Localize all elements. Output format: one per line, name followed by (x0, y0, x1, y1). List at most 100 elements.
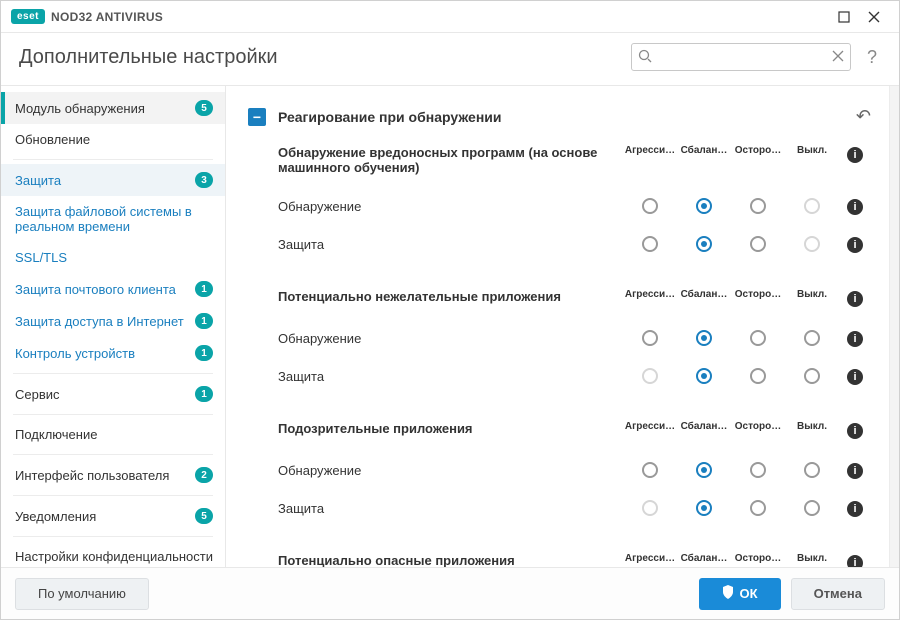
sidebar-item[interactable]: Настройки конфиденциальности (1, 541, 225, 567)
column-header: Осторо… (731, 421, 785, 432)
sidebar-item[interactable]: Интерфейс пользователя2 (1, 459, 225, 491)
search-icon (638, 49, 652, 68)
column-header: Выкл. (785, 421, 839, 432)
count-badge: 1 (195, 281, 213, 297)
radio-option[interactable] (750, 462, 766, 478)
sidebar-item[interactable]: Подключение (1, 419, 225, 450)
radio-option[interactable] (642, 500, 658, 516)
cancel-button[interactable]: Отмена (791, 578, 885, 610)
column-header: Сбалан… (677, 553, 731, 564)
sidebar-item[interactable]: SSL/TLS (1, 242, 225, 273)
radio-option[interactable] (696, 462, 712, 478)
sidebar-item-label: Защита почтового клиента (15, 282, 189, 297)
radio-option[interactable] (696, 198, 712, 214)
group-heading: Подозрительные приложения (278, 421, 623, 436)
sidebar-separator (13, 536, 213, 537)
settings-row: Защитаi (278, 489, 871, 527)
footer: По умолчанию ОК Отмена (1, 567, 899, 619)
info-icon[interactable]: i (847, 423, 863, 439)
radio-option[interactable] (804, 500, 820, 516)
info-icon[interactable]: i (847, 147, 863, 163)
sidebar-item-label: Защита доступа в Интернет (15, 314, 189, 329)
row-label: Обнаружение (278, 199, 623, 214)
info-icon[interactable]: i (847, 369, 863, 385)
settings-row: Обнаружениеi (278, 319, 871, 357)
sidebar-item-label: Модуль обнаружения (15, 101, 189, 116)
count-badge: 3 (195, 172, 213, 188)
radio-option[interactable] (696, 368, 712, 384)
sidebar-item[interactable]: Защита доступа в Интернет 1 (1, 305, 225, 337)
column-header: Агресси… (623, 145, 677, 156)
content-area: − Реагирование при обнаружении ↶ Обнаруж… (226, 86, 889, 567)
column-header: Агресси… (623, 289, 677, 300)
panel-header: − Реагирование при обнаружении ↶ (236, 96, 883, 137)
radio-option[interactable] (804, 330, 820, 346)
column-header: Осторо… (731, 553, 785, 564)
column-header: Осторо… (731, 289, 785, 300)
sidebar-item[interactable]: Защита файловой системы в реальном време… (1, 196, 225, 242)
scrollbar[interactable] (889, 86, 899, 567)
close-icon[interactable] (859, 5, 889, 29)
sidebar-item-label: Защита файловой системы в реальном време… (15, 204, 213, 234)
info-icon[interactable]: i (847, 463, 863, 479)
sidebar-item-label: Уведомления (15, 509, 189, 524)
sidebar-item[interactable]: Уведомления 5 (1, 500, 225, 532)
app-logo: eset NOD32 ANTIVIRUS (11, 9, 163, 24)
sidebar-item-label: Контроль устройств (15, 346, 189, 361)
sidebar-item[interactable]: Контроль устройств 1 (1, 337, 225, 369)
sidebar-item[interactable]: Модуль обнаружения5 (1, 92, 225, 124)
sidebar-separator (13, 159, 213, 160)
ok-button[interactable]: ОК (699, 578, 781, 610)
ok-label: ОК (740, 586, 758, 601)
collapse-icon[interactable]: − (248, 108, 266, 126)
radio-option[interactable] (804, 236, 820, 252)
info-icon[interactable]: i (847, 237, 863, 253)
radio-option[interactable] (804, 368, 820, 384)
sidebar-item[interactable]: Сервис1 (1, 378, 225, 410)
count-badge: 2 (195, 467, 213, 483)
radio-option[interactable] (750, 500, 766, 516)
column-header: Агресси… (623, 553, 677, 564)
radio-option[interactable] (750, 236, 766, 252)
info-icon[interactable]: i (847, 331, 863, 347)
sidebar-item-label: Обновление (15, 132, 213, 147)
count-badge: 1 (195, 313, 213, 329)
help-icon[interactable]: ? (863, 47, 881, 68)
radio-option[interactable] (750, 330, 766, 346)
radio-option[interactable] (696, 236, 712, 252)
sidebar-item[interactable]: Защита почтового клиента 1 (1, 273, 225, 305)
search-input[interactable] (631, 43, 851, 71)
info-icon[interactable]: i (847, 501, 863, 517)
radio-option[interactable] (642, 198, 658, 214)
undo-icon[interactable]: ↶ (856, 106, 871, 127)
sidebar-item[interactable]: Обновление (1, 124, 225, 155)
count-badge: 5 (195, 508, 213, 524)
radio-option[interactable] (642, 236, 658, 252)
column-header: Сбалан… (677, 289, 731, 300)
settings-grid: Обнаружение вредоносных программ (на осн… (236, 137, 883, 567)
info-icon[interactable]: i (847, 199, 863, 215)
radio-option[interactable] (804, 462, 820, 478)
brand-pill: eset (11, 9, 45, 24)
radio-option[interactable] (696, 500, 712, 516)
shield-icon (722, 585, 734, 602)
panel-title: Реагирование при обнаружении (278, 109, 856, 125)
radio-option[interactable] (804, 198, 820, 214)
info-icon[interactable]: i (847, 291, 863, 307)
radio-option[interactable] (750, 368, 766, 384)
default-button[interactable]: По умолчанию (15, 578, 149, 610)
radio-option[interactable] (642, 462, 658, 478)
sidebar-item-label: Защита (15, 173, 189, 188)
sidebar-item[interactable]: Защита 3 (1, 164, 225, 196)
clear-search-icon[interactable] (832, 49, 844, 67)
header: Дополнительные настройки ? (1, 33, 899, 85)
radio-option[interactable] (642, 368, 658, 384)
count-badge: 1 (195, 345, 213, 361)
maximize-icon[interactable] (829, 5, 859, 29)
radio-option[interactable] (642, 330, 658, 346)
sidebar-separator (13, 373, 213, 374)
radio-option[interactable] (750, 198, 766, 214)
info-icon[interactable]: i (847, 555, 863, 567)
column-header: Сбалан… (677, 145, 731, 156)
radio-option[interactable] (696, 330, 712, 346)
